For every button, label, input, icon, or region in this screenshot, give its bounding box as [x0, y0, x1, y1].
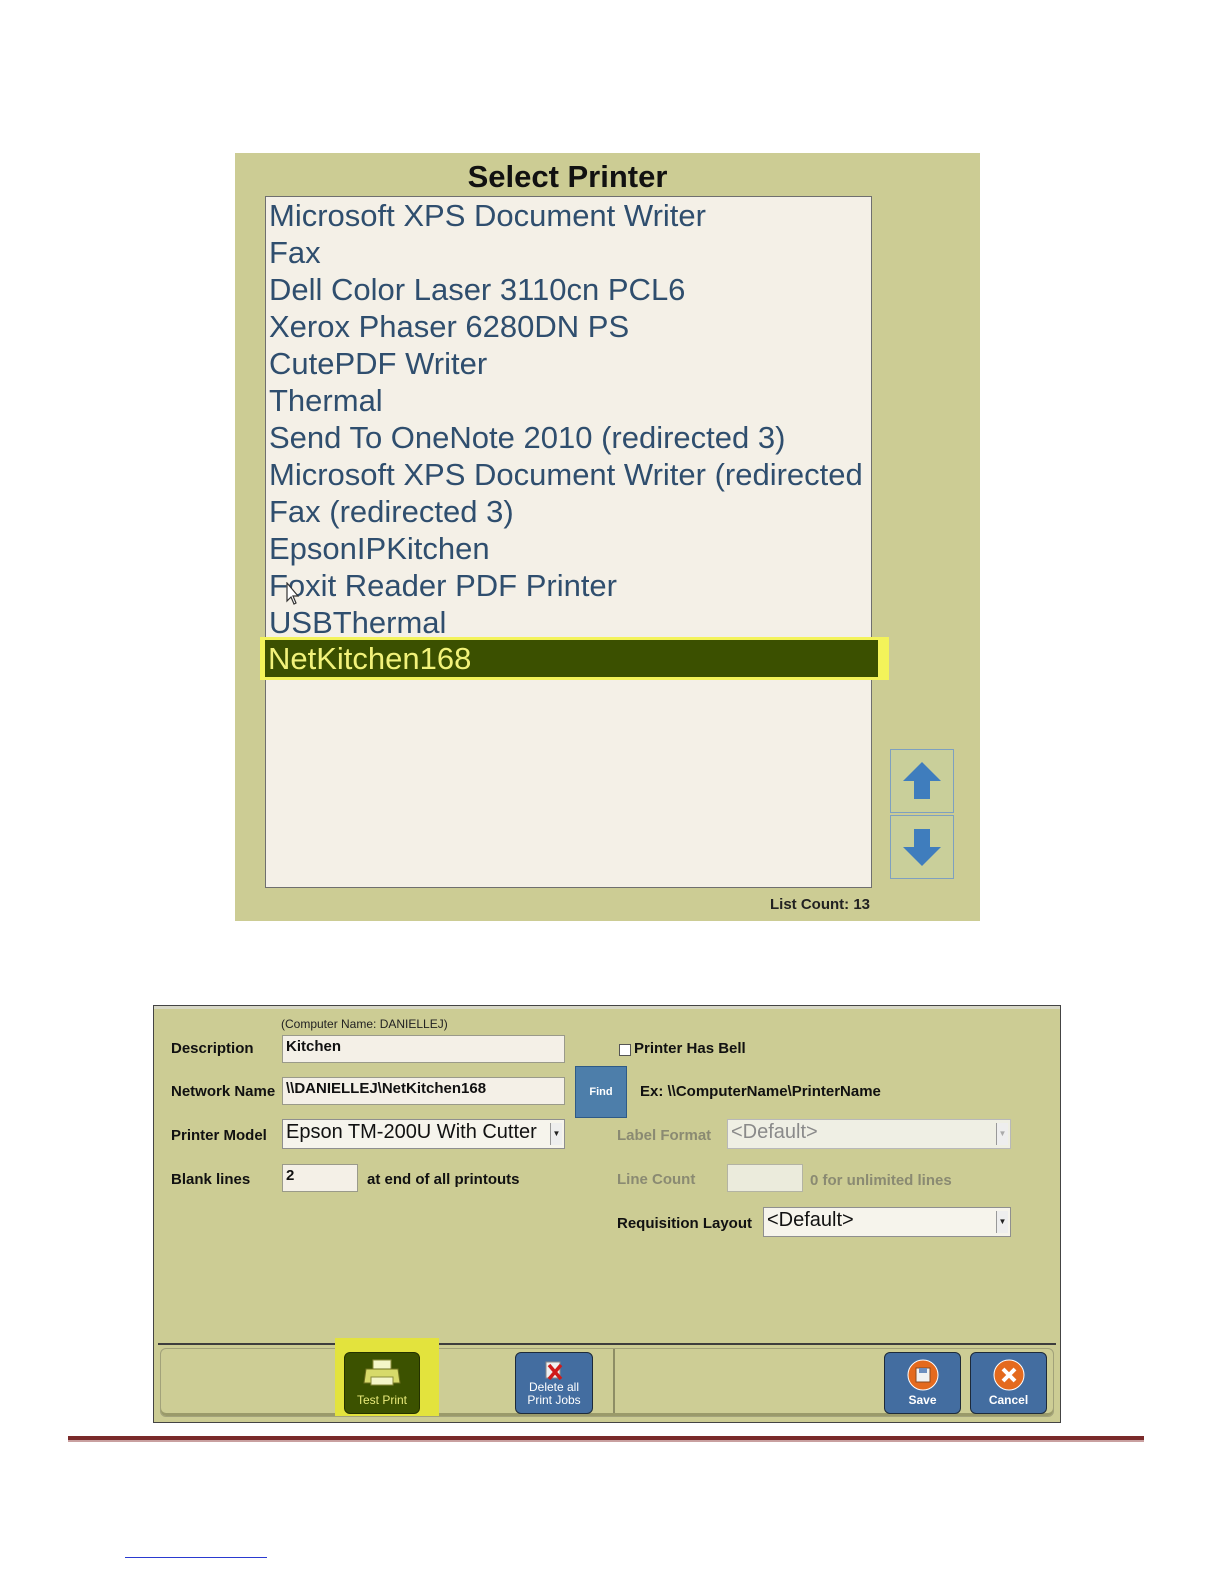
printer-list-item[interactable]: Fax: [266, 234, 871, 271]
printer-list-item[interactable]: USBThermal: [266, 604, 871, 641]
delete-label-line2: Print Jobs: [527, 1393, 581, 1407]
printer-list-item[interactable]: Foxit Reader PDF Printer: [266, 567, 871, 604]
delete-all-print-jobs-button[interactable]: Delete all Print Jobs: [515, 1352, 593, 1414]
chevron-down-icon: ▼: [996, 1123, 1008, 1145]
printer-icon: [363, 1359, 401, 1386]
form-top-rule: [154, 1006, 1060, 1009]
printer-model-select[interactable]: Epson TM-200U With Cutter ▼: [282, 1119, 565, 1149]
computer-name-note: (Computer Name: DANIELLEJ): [281, 1017, 448, 1031]
label-format-label: Label Format: [617, 1127, 712, 1144]
printer-list-item[interactable]: CutePDF Writer: [266, 345, 871, 382]
test-print-button[interactable]: Test Print: [344, 1352, 420, 1414]
printer-list-item[interactable]: Send To OneNote 2010 (redirected 3): [266, 419, 871, 456]
find-button[interactable]: Find: [575, 1066, 627, 1118]
delete-all-print-jobs-label: Delete all Print Jobs: [516, 1381, 592, 1407]
form-toolbar: Test Print Delete all Print Jobs Save Ca…: [158, 1338, 1056, 1420]
printer-list-item[interactable]: Microsoft XPS Document Writer: [266, 197, 871, 234]
description-label: Description: [171, 1040, 254, 1057]
printer-has-bell-label: Printer Has Bell: [634, 1040, 746, 1057]
printer-list-item[interactable]: Thermal: [266, 382, 871, 419]
mouse-cursor-icon: [286, 582, 300, 605]
label-format-select: <Default> ▼: [727, 1119, 1011, 1149]
printer-has-bell-checkbox[interactable]: [619, 1044, 631, 1056]
save-label: Save: [908, 1393, 937, 1407]
arrow-up-icon: [903, 762, 941, 799]
requisition-layout-value: <Default>: [767, 1209, 854, 1231]
save-button[interactable]: Save: [884, 1352, 961, 1414]
move-up-button[interactable]: [890, 749, 954, 813]
printer-model-value: Epson TM-200U With Cutter: [286, 1121, 537, 1143]
network-name-field[interactable]: \\DANIELLEJ\NetKitchen168: [282, 1077, 565, 1105]
printer-list-item[interactable]: Microsoft XPS Document Writer (redirecte…: [266, 456, 871, 493]
requisition-layout-label: Requisition Layout: [617, 1215, 752, 1232]
footer-link-underline[interactable]: [125, 1557, 267, 1558]
toolbar-divider: [613, 1349, 615, 1413]
description-field[interactable]: Kitchen: [282, 1035, 565, 1063]
printer-settings-form: (Computer Name: DANIELLEJ) Description K…: [153, 1005, 1061, 1423]
printer-list-item[interactable]: Fax (redirected 3): [266, 493, 871, 530]
chevron-down-icon[interactable]: ▼: [550, 1123, 562, 1145]
select-printer-panel: Select Printer Microsoft XPS Document Wr…: [235, 153, 980, 921]
printer-list[interactable]: Microsoft XPS Document Writer Fax Dell Col…: [265, 196, 872, 888]
arrow-down-icon: [903, 829, 941, 866]
footer-rule: [68, 1436, 1144, 1442]
blank-lines-field[interactable]: 2: [282, 1164, 358, 1192]
label-format-value: <Default>: [731, 1121, 818, 1143]
line-count-field: [727, 1164, 803, 1192]
printer-list-item[interactable]: Xerox Phaser 6280DN PS: [266, 308, 871, 345]
list-count: List Count: 13: [770, 896, 870, 913]
printer-list-item[interactable]: EpsonIPKitchen: [266, 530, 871, 567]
line-count-hint: 0 for unlimited lines: [810, 1172, 952, 1189]
cancel-button[interactable]: Cancel: [970, 1352, 1047, 1414]
move-down-button[interactable]: [890, 815, 954, 879]
chevron-down-icon[interactable]: ▼: [996, 1211, 1008, 1233]
select-printer-title: Select Printer: [467, 159, 668, 194]
test-print-label: Test Print: [356, 1393, 407, 1407]
network-name-label: Network Name: [171, 1083, 276, 1100]
save-icon: [907, 1359, 938, 1391]
blank-lines-suffix: at end of all printouts: [367, 1171, 520, 1188]
cancel-icon: [993, 1359, 1024, 1391]
requisition-layout-select[interactable]: <Default> ▼: [763, 1207, 1011, 1237]
cancel-label: Cancel: [988, 1393, 1029, 1407]
line-count-label: Line Count: [617, 1171, 696, 1188]
printer-model-label: Printer Model: [171, 1127, 267, 1144]
blank-lines-label: Blank lines: [171, 1171, 251, 1188]
network-name-example: Ex: \\ComputerName\PrinterName: [640, 1083, 881, 1100]
printer-list-item[interactable]: Dell Color Laser 3110cn PCL6: [266, 271, 871, 308]
printer-list-item-selected[interactable]: NetKitchen168: [265, 640, 878, 677]
